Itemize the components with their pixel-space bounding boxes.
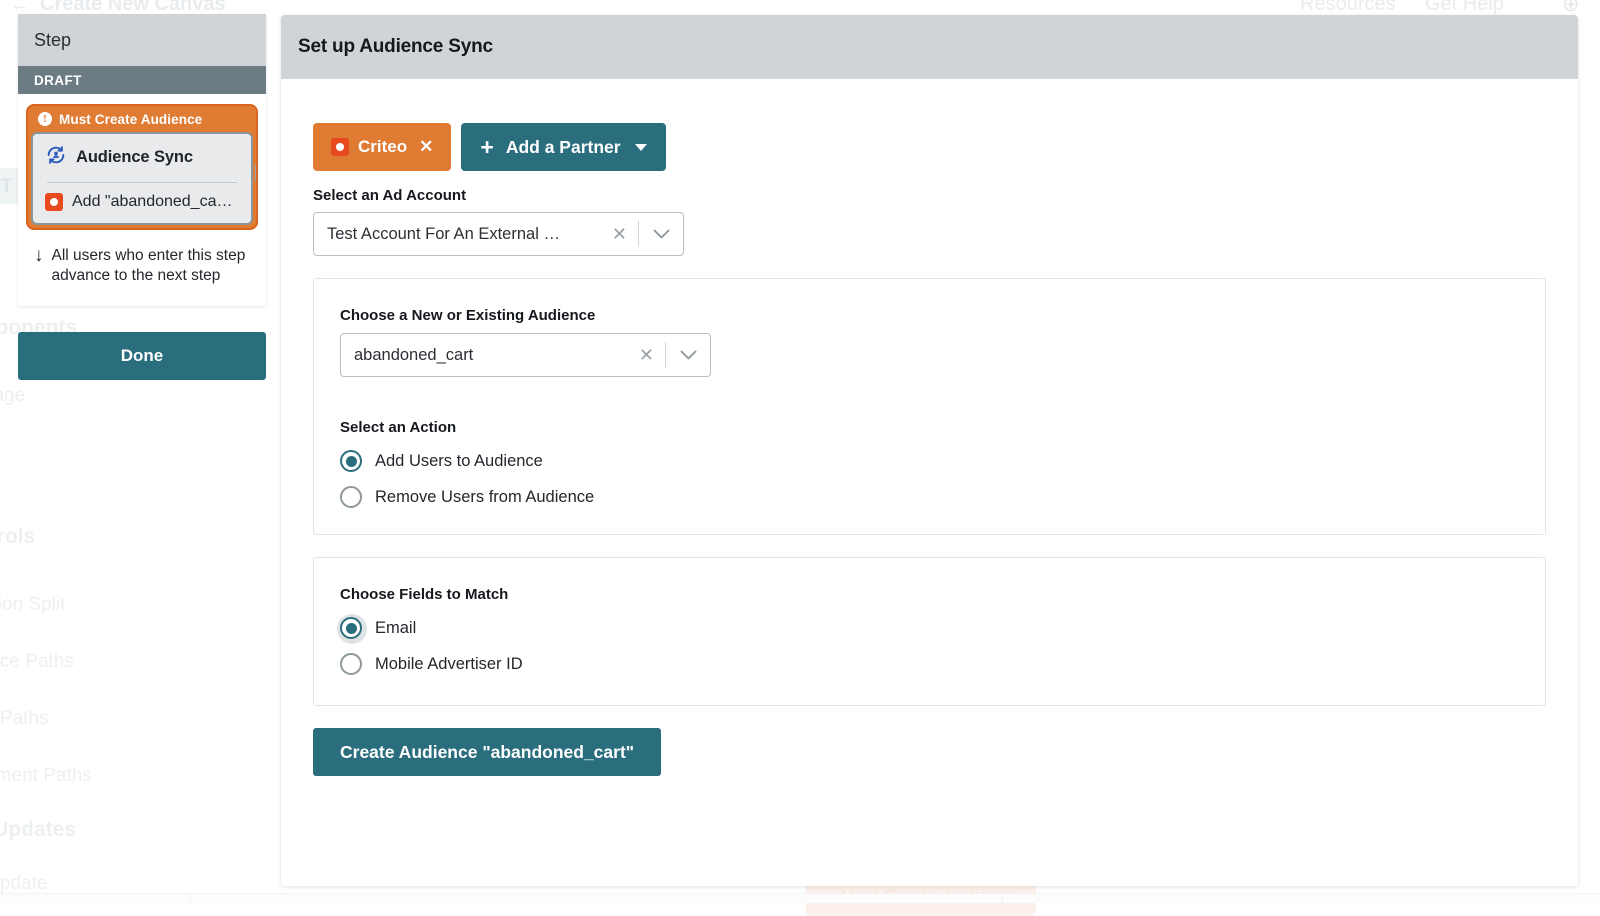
bg-item-5: elay [0,459,264,478]
modal-header: Set up Audience Sync [281,15,1578,79]
step-panel-body: ! Must Create Audience [18,94,266,306]
audience-sync-icon [45,144,67,171]
bg-item-6: ontrols [0,526,264,547]
node-action-row: Add "abandoned_ca… [45,193,239,211]
partner-chip-label: Criteo [358,137,407,157]
ad-account-chevron-down-icon[interactable] [639,229,683,240]
bg-item-12: er Update [0,874,264,893]
bg-item-10: periment Paths [0,766,264,785]
bg-item-9: tion Paths [0,709,264,728]
audience-sync-label: Audience Sync [76,148,193,167]
alert-header: ! Must Create Audience [28,106,256,132]
flow-note: ↓ All users who enter this step advance … [26,230,258,292]
bg-item-7: ecision Split [0,595,264,614]
step-draft-bar: DRAFT [18,66,266,94]
plus-icon: + [480,136,493,159]
radio-indicator [340,486,362,508]
create-audience-button[interactable]: Create Audience "abandoned_cart" [313,728,661,776]
step-panel-title: Step [34,30,71,51]
spacer [340,377,1519,419]
criteo-logo-icon [331,138,349,156]
modal-title: Set up Audience Sync [298,36,493,58]
radio-label: Remove Users from Audience [375,488,594,507]
background-bottom-strip [0,893,1600,903]
alert-title: Must Create Audience [59,112,202,127]
bg-item-4: essage [0,386,264,405]
chevron-down-icon [635,144,647,151]
radio-remove-users-from-audience[interactable]: Remove Users from Audience [340,486,1519,508]
remove-partner-icon[interactable]: ✕ [419,137,433,157]
radio-email[interactable]: Email [340,617,1519,639]
ad-account-label: Select an Ad Account [313,187,1546,204]
flow-note-text: All users who enter this step advance to… [52,246,247,286]
audience-card: Choose a New or Existing Audience abando… [313,278,1546,535]
node-connector-arrow-icon [255,164,258,182]
bg-item-8: dience Paths [0,652,264,671]
must-create-audience-card[interactable]: ! Must Create Audience [26,104,258,230]
ad-account-value: Test Account For An External … [314,225,601,244]
audience-select[interactable]: abandoned_cart ✕ [340,333,711,377]
audience-sync-modal: Set up Audience Sync Criteo ✕ + Add a Pa… [281,15,1578,886]
done-button[interactable]: Done [18,332,266,380]
draft-badge: DRAFT [34,73,82,88]
clear-audience-icon[interactable]: ✕ [628,345,665,366]
ad-account-group: Select an Ad Account Test Account For An… [313,187,1546,256]
background-divider-2 [1002,893,1003,903]
audience-chevron-down-icon[interactable] [666,350,710,361]
criteo-logo-icon [45,193,63,211]
add-partner-button[interactable]: + Add a Partner [461,123,665,171]
radio-mobile-advertiser-id[interactable]: Mobile Advertiser ID [340,653,1519,675]
fields-to-match-card: Choose Fields to Match Email Mobile Adve… [313,557,1546,706]
background-divider-1 [190,893,191,903]
nav-get-help-link: Get Help [1425,0,1504,16]
node-divider [47,182,237,183]
fields-to-match-label: Choose Fields to Match [340,586,1519,603]
down-arrow-icon: ↓ [34,246,44,266]
radio-indicator [340,450,362,472]
bg-item-11: ce Updates [0,819,264,840]
modal-body: Criteo ✕ + Add a Partner Select an Ad Ac… [281,79,1578,776]
add-partner-label: Add a Partner [506,137,621,158]
radio-indicator [340,653,362,675]
step-panel-header: Step [18,14,266,66]
radio-label: Add Users to Audience [375,452,543,471]
partner-row: Criteo ✕ + Add a Partner [313,123,1546,171]
ad-account-select[interactable]: Test Account For An External … ✕ [313,212,684,256]
node-action-label: Add "abandoned_ca… [72,193,232,211]
partner-chip-criteo[interactable]: Criteo ✕ [313,123,451,171]
node-title-row: Audience Sync [45,144,239,171]
audience-sync-node[interactable]: Audience Sync Add "abandoned_ca… [31,132,253,225]
radio-label: Email [375,619,416,638]
step-panel: Step DRAFT ! Must Create Audience [18,14,266,306]
radio-indicator [340,617,362,639]
radio-add-users-to-audience[interactable]: Add Users to Audience [340,450,1519,472]
audience-value: abandoned_cart [341,346,628,365]
action-label: Select an Action [340,419,1519,436]
audience-label: Choose a New or Existing Audience [340,307,1519,324]
radio-label: Mobile Advertiser ID [375,655,523,674]
nav-resources-link: Resources [1300,0,1396,16]
alert-exclamation-icon: ! [38,112,52,126]
clear-ad-account-icon[interactable]: ✕ [601,224,638,245]
